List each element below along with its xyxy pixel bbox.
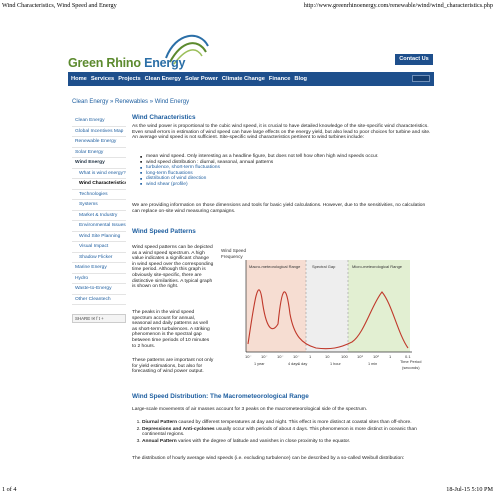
- period-label: 1 day: [298, 362, 307, 366]
- share-icons: ✉ f t +: [91, 316, 104, 321]
- sidebar-item-clean-energy[interactable]: Clean Energy: [72, 116, 126, 127]
- term-desc: caused by different temperatures at day …: [177, 420, 412, 425]
- nav-services[interactable]: Services: [91, 76, 114, 82]
- wind-spectrum-figure: Wind Speed Frequency Macro-meteorologica…: [221, 248, 421, 370]
- sidebar-item-global-incentives-map[interactable]: Global Incentives Map: [72, 127, 126, 137]
- nav-climate-change[interactable]: Climate Change: [222, 76, 265, 82]
- x-tick-label: 10¹: [357, 354, 363, 359]
- list-item: Diurnal Pattern caused by different temp…: [142, 420, 432, 426]
- nav-blog[interactable]: Blog: [294, 76, 307, 82]
- sidebar-item-technologies[interactable]: Technologies: [72, 190, 126, 200]
- sidebar-item-solar-energy[interactable]: Solar Energy: [72, 148, 126, 158]
- main-nav: Home Services Projects Clean Energy Sola…: [68, 72, 434, 86]
- zone1-label: Macro-meteorological Range: [249, 264, 301, 269]
- x-tick-label: 10⁻: [245, 354, 252, 359]
- term-desc: varies with the degree of latitude and v…: [176, 438, 351, 444]
- period-label: 1 hour: [330, 362, 342, 366]
- list-item[interactable]: wind shear (profile): [138, 182, 428, 188]
- zone2-label: Spectral Gap: [312, 264, 336, 269]
- site-logo[interactable]: Green Rhino Energy: [62, 28, 209, 72]
- sidebar-item-hydro[interactable]: Hydro: [72, 274, 126, 284]
- nav-finance[interactable]: Finance: [269, 76, 291, 82]
- term: Depressions and Anti-cyclones: [142, 426, 215, 432]
- nav-projects[interactable]: Projects: [118, 76, 140, 82]
- print-header: Wind Characteristics, Wind Speed and Ene…: [2, 2, 493, 9]
- heading-macrometeorological: Wind Speed Distribution: The Macrometeor…: [132, 393, 309, 400]
- x-tick-label: 10: [325, 354, 330, 359]
- macro-list: Diurnal Pattern caused by different temp…: [132, 420, 432, 445]
- sidebar-item-systems[interactable]: Systems: [72, 200, 126, 211]
- x-label-2: (seconds): [402, 365, 420, 370]
- outro-paragraph: We are providing information on those di…: [132, 203, 426, 214]
- sidebar-item-environmental-issues[interactable]: Environmental Issues: [72, 221, 126, 232]
- nav-search-box[interactable]: [412, 75, 430, 82]
- sidebar-item-renewable-energy[interactable]: Renewable Energy: [72, 137, 126, 148]
- period-label: 1 min: [368, 362, 377, 366]
- zone3-label: Micro-meteorological Range: [352, 264, 403, 269]
- micro-zone: [348, 260, 410, 352]
- nav-solar-power[interactable]: Solar Power: [185, 76, 218, 82]
- macro-intro: Large-scale movements of air masses acco…: [132, 407, 368, 412]
- patterns-para-3: These patterns are important not only fo…: [132, 358, 214, 375]
- sidebar-item-wind-characteristics[interactable]: Wind Characteristics: [72, 179, 126, 190]
- share-label: SHARE: [75, 316, 91, 321]
- x-tick-label: 1: [389, 354, 392, 359]
- heading-wind-speed-patterns: Wind Speed Patterns: [132, 228, 196, 235]
- y-label-1: Wind Speed: [221, 248, 246, 253]
- patterns-para-1: Wind speed patterns can be depicted as a…: [132, 245, 214, 290]
- sidebar-item-wind-energy[interactable]: Wind Energy: [72, 158, 126, 169]
- heading-wind-characteristics: Wind Characteristics: [132, 114, 196, 121]
- logo-wordmark: Green Rhino Energy: [68, 56, 186, 70]
- term: Diurnal Pattern: [142, 420, 178, 425]
- weibull-intro: The distribution of hourly average wind …: [132, 456, 405, 461]
- print-header-title: Wind Characteristics, Wind Speed and Ene…: [2, 2, 117, 9]
- y-label-2: Frequency: [221, 254, 243, 259]
- macro-zone: [246, 260, 306, 352]
- nav-clean-energy[interactable]: Clean Energy: [145, 76, 181, 82]
- x-tick-label: 100: [341, 354, 348, 359]
- sidebar-item-visual-impact[interactable]: Visual Impact: [72, 242, 126, 253]
- patterns-para-2: The peaks in the wind speed spectrum acc…: [132, 310, 210, 349]
- sidebar-nav: Clean Energy Global Incentives Map Renewab…: [72, 116, 126, 305]
- gap-zone: [306, 260, 348, 352]
- sidebar-item-what-is-wind-energy[interactable]: What is wind energy?: [72, 169, 126, 179]
- share-widget[interactable]: SHARE ✉ f t +: [72, 314, 126, 323]
- period-label: 1 year: [254, 362, 265, 366]
- breadcrumb[interactable]: Clean Energy » Renewables » Wind Energy: [72, 99, 189, 105]
- x-tick-label: 10⁻: [277, 354, 284, 359]
- print-header-url: http://www.greenrhinoenergy.com/renewabl…: [303, 2, 493, 9]
- x-tick-label: 1: [309, 354, 312, 359]
- sidebar-item-shadow-flicker[interactable]: Shadow Flicker: [72, 253, 126, 263]
- sidebar-item-waste-to-energy[interactable]: Waste-to-Energy: [72, 284, 126, 295]
- sidebar-item-market-industry[interactable]: Market & Industry: [72, 211, 126, 221]
- x-tick-label: 10⁻: [293, 354, 300, 359]
- x-tick-label: 10⁻: [261, 354, 268, 359]
- print-timestamp: 18-Jul-15 5:10 PM: [446, 486, 493, 493]
- page-number: 1 of 4: [2, 486, 17, 493]
- sidebar-item-marine-energy[interactable]: Marine Energy: [72, 263, 126, 274]
- characteristics-list: mean wind speed. Only interesting as a h…: [138, 154, 428, 188]
- intro-paragraph: As the wind power is proportional to the…: [132, 124, 431, 141]
- print-footer: 1 of 4 18-Jul-15 5:10 PM: [2, 486, 493, 493]
- contact-us-button[interactable]: Contact Us: [395, 54, 433, 65]
- list-item: Annual Pattern varies with the degree of…: [142, 439, 432, 445]
- list-item: Depressions and Anti-cyclones usually oc…: [142, 427, 432, 438]
- nav-home[interactable]: Home: [71, 76, 87, 82]
- x-tick-label: 10²: [373, 354, 379, 359]
- term: Annual Pattern: [142, 438, 177, 444]
- sidebar-item-wind-site-planning[interactable]: Wind Site Planning: [72, 232, 126, 242]
- x-label-1: Time Period: [400, 359, 421, 364]
- sidebar-item-other-cleantech[interactable]: Other Cleantech: [72, 295, 126, 305]
